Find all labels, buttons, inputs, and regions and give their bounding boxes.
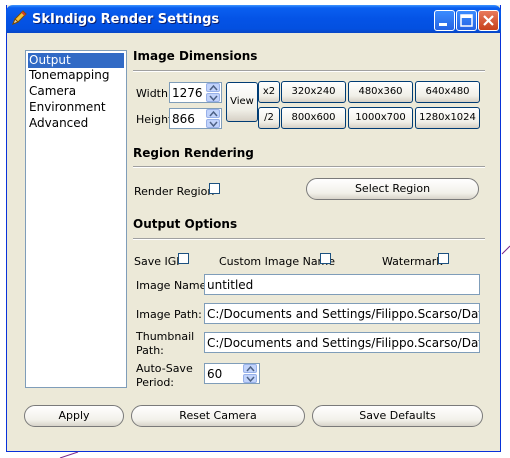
background-lines <box>59 245 510 458</box>
